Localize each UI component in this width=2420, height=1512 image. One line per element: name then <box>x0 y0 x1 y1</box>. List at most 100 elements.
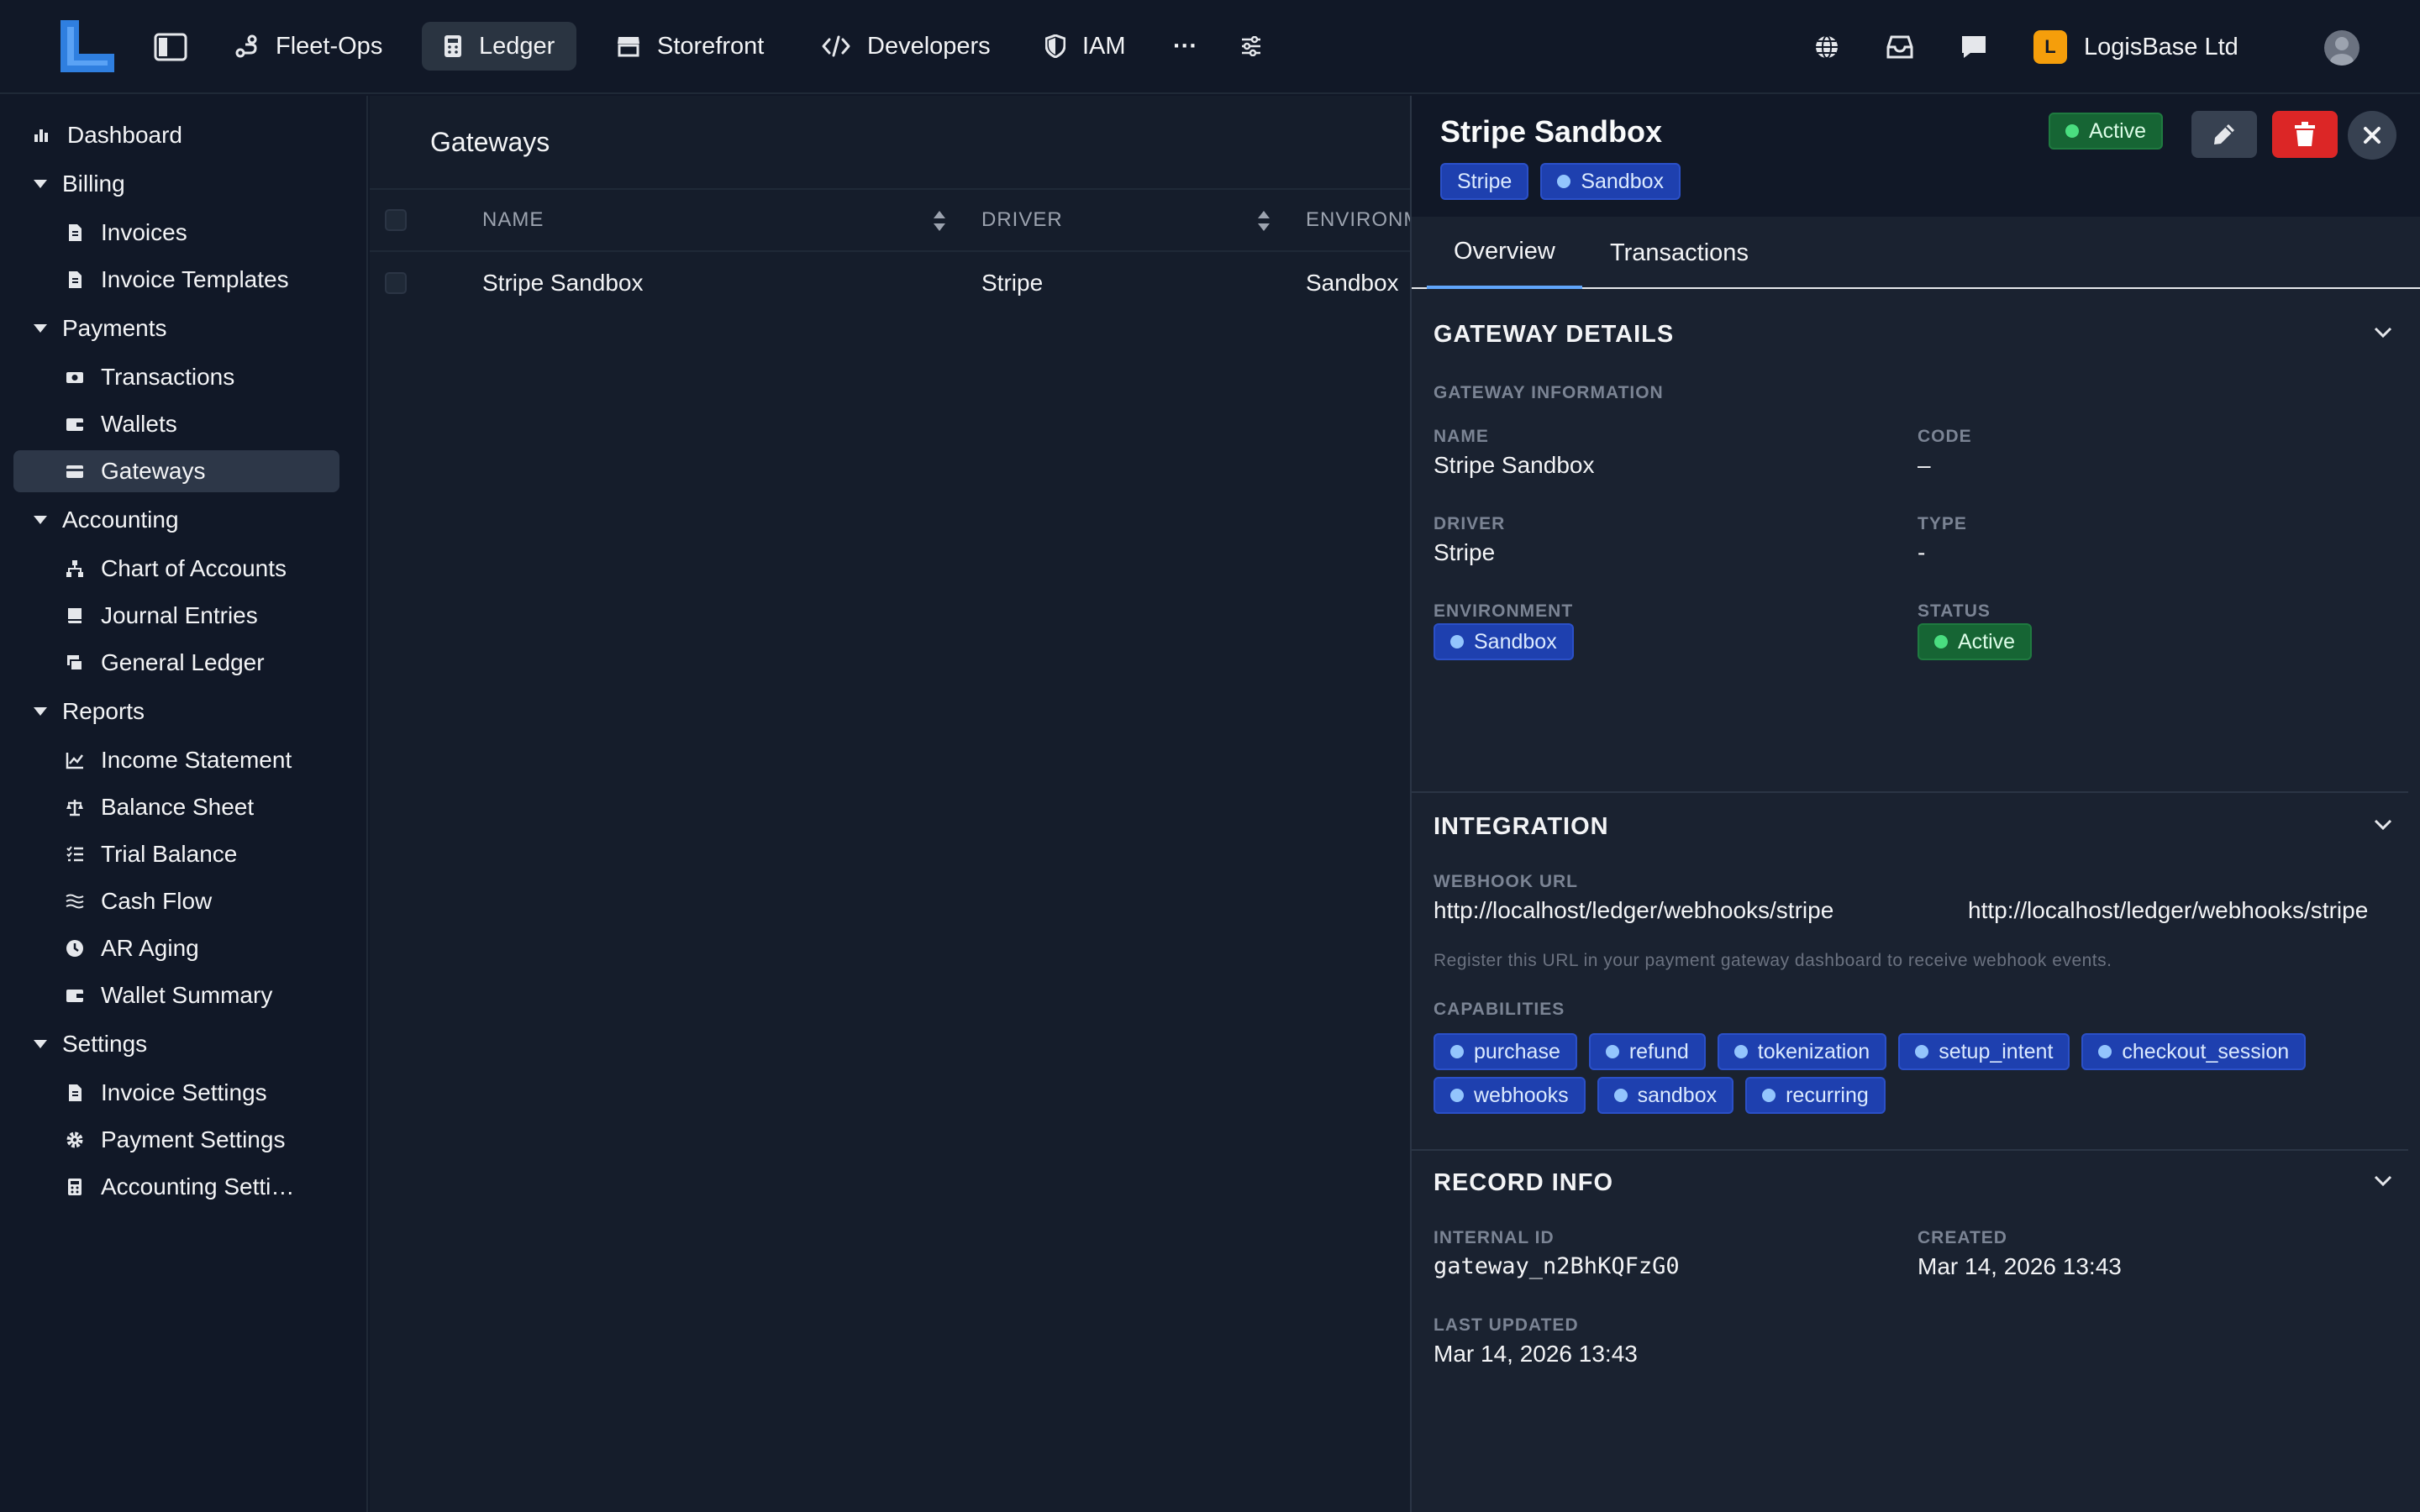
sidebar-item-trial-balance[interactable]: Trial Balance <box>13 833 339 875</box>
sidebar-item-cash-flow[interactable]: Cash Flow <box>13 880 339 922</box>
tag-label: Sandbox <box>1581 169 1665 193</box>
sidebar-item-dashboard[interactable]: Dashboard <box>13 114 339 156</box>
status-badge: Active <box>2049 113 2164 150</box>
inbox-icon[interactable] <box>1886 34 1914 60</box>
file-template-icon <box>69 271 82 288</box>
nav-storefront-label: Storefront <box>657 32 765 60</box>
panel-tabs: Overview Transactions <box>1412 217 2420 289</box>
sidebar-item-accounting-settings[interactable]: Accounting Setti… <box>13 1166 339 1208</box>
sliders-icon[interactable] <box>1239 34 1264 59</box>
book-icon <box>68 608 82 623</box>
sidebar-item-invoices[interactable]: Invoices <box>13 212 339 254</box>
sidebar-label: Settings <box>62 1031 148 1057</box>
nav-developers[interactable]: Developers <box>800 22 1013 71</box>
chevron-down-icon[interactable] <box>2373 1174 2393 1188</box>
chat-icon[interactable] <box>1960 34 1988 60</box>
shield-icon <box>1045 34 1065 58</box>
org-name: LogisBase Ltd <box>2084 33 2238 60</box>
capability-tag: setup_intent <box>1898 1033 2070 1070</box>
gateway-details-section: GATEWAY DETAILS GATEWAY INFORMATION NAME… <box>1412 291 2408 793</box>
sidebar-label: Accounting Setti… <box>101 1173 295 1200</box>
cell-environment: Sandbox <box>1306 270 1399 296</box>
nav-iam-label: IAM <box>1082 32 1126 60</box>
column-header-name[interactable]: NAME <box>482 190 544 250</box>
app-logo[interactable] <box>60 20 114 72</box>
webhook-url-copy[interactable]: http://localhost/ledger/webhooks/stripe <box>1968 897 2368 924</box>
gear-icon <box>66 1131 83 1148</box>
sidebar-item-chart-of-accounts[interactable]: Chart of Accounts <box>13 548 339 590</box>
capability-tag: tokenization <box>1717 1033 1887 1070</box>
sidebar-item-income-statement[interactable]: Income Statement <box>13 739 339 781</box>
sidebar-item-payment-settings[interactable]: Payment Settings <box>13 1119 339 1161</box>
sidebar-label: Billing <box>62 171 125 197</box>
dot-icon <box>1605 1045 1619 1058</box>
select-all-checkbox[interactable] <box>385 190 407 250</box>
trash-icon <box>2295 122 2315 146</box>
scale-balance-icon <box>66 800 83 816</box>
field-value-type: - <box>1918 539 1926 565</box>
section-title[interactable]: GATEWAY DETAILS <box>1434 321 1674 349</box>
sidebar-item-general-ledger[interactable]: General Ledger <box>13 642 339 684</box>
sidebar-section-settings[interactable]: Settings <box>13 1023 339 1065</box>
environment-tag: Sandbox <box>1540 163 1681 200</box>
nav-storefront[interactable]: Storefront <box>595 22 786 71</box>
tab-overview[interactable]: Overview <box>1427 217 1582 289</box>
tab-transactions[interactable]: Transactions <box>1583 217 1776 289</box>
close-panel-button[interactable] <box>2348 111 2396 160</box>
sort-icon[interactable] <box>933 210 946 232</box>
row-checkbox[interactable] <box>385 252 407 314</box>
sort-icon[interactable] <box>1257 210 1270 232</box>
page-title: Gateways <box>370 96 1412 190</box>
organization-switcher[interactable]: L LogisBase Ltd <box>2033 30 2238 64</box>
route-icon <box>235 34 257 58</box>
bar-chart-icon <box>34 129 48 142</box>
sidebar-section-accounting[interactable]: Accounting <box>13 499 339 541</box>
org-badge: L <box>2033 30 2067 64</box>
gateway-detail-panel: Stripe Sandbox Stripe Sandbox Active Ove… <box>1410 96 2420 1512</box>
sidebar-label: Trial Balance <box>101 841 238 867</box>
sidebar-toggle-icon[interactable] <box>153 32 188 62</box>
more-menu-button[interactable]: ··· <box>1158 22 1213 71</box>
delete-button[interactable] <box>2272 111 2338 158</box>
column-header-environment[interactable]: ENVIRONM <box>1306 190 1412 250</box>
edit-button[interactable] <box>2191 111 2257 158</box>
nav-ledger[interactable]: Ledger <box>422 22 577 71</box>
sidebar-label: Payment Settings <box>101 1126 286 1152</box>
chevron-down-icon[interactable] <box>2373 326 2393 339</box>
sidebar-item-transactions[interactable]: Transactions <box>13 356 339 398</box>
sidebar-label: AR Aging <box>101 935 199 961</box>
field-label: ENVIRONMENT <box>1434 601 1574 621</box>
sidebar-item-journal-entries[interactable]: Journal Entries <box>13 595 339 637</box>
globe-icon[interactable] <box>1813 34 1840 60</box>
sidebar-section-payments[interactable]: Payments <box>13 307 339 349</box>
section-title[interactable]: RECORD INFO <box>1434 1169 1613 1197</box>
table-row[interactable]: Stripe Sandbox Stripe Sandbox <box>370 252 1412 314</box>
field-label: NAME <box>1434 427 1489 446</box>
capability-label: recurring <box>1786 1083 1869 1107</box>
sidebar-item-balance-sheet[interactable]: Balance Sheet <box>13 786 339 828</box>
webhook-help-text: Register this URL in your payment gatewa… <box>1434 951 2112 970</box>
water-flow-icon <box>66 894 84 909</box>
sidebar-item-wallets[interactable]: Wallets <box>13 403 339 445</box>
section-title[interactable]: INTEGRATION <box>1434 813 1609 841</box>
capability-label: tokenization <box>1757 1039 1870 1063</box>
sidebar-item-gateways[interactable]: Gateways <box>13 450 339 492</box>
dot-icon <box>1915 1045 1929 1058</box>
column-header-driver[interactable]: DRIVER <box>981 190 1063 250</box>
nav-fleet-ops[interactable]: Fleet-Ops <box>213 22 404 71</box>
sidebar-label: Gateways <box>101 458 206 484</box>
user-avatar[interactable] <box>2324 30 2360 66</box>
sidebar-item-invoice-settings[interactable]: Invoice Settings <box>13 1072 339 1114</box>
sidebar-item-ar-aging[interactable]: AR Aging <box>13 927 339 969</box>
sidebar-section-reports[interactable]: Reports <box>13 690 339 732</box>
sidebar-label: General Ledger <box>101 649 265 675</box>
code-icon <box>822 35 850 57</box>
sidebar-section-billing[interactable]: Billing <box>13 163 339 205</box>
close-icon <box>2364 127 2381 144</box>
sidebar-item-invoice-templates[interactable]: Invoice Templates <box>13 259 339 301</box>
dot-icon <box>1934 635 1948 648</box>
nav-iam[interactable]: IAM <box>1023 22 1148 71</box>
chevron-down-icon[interactable] <box>2373 818 2393 832</box>
sidebar-item-wallet-summary[interactable]: Wallet Summary <box>13 974 339 1016</box>
sidebar-label: Wallets <box>101 411 177 437</box>
